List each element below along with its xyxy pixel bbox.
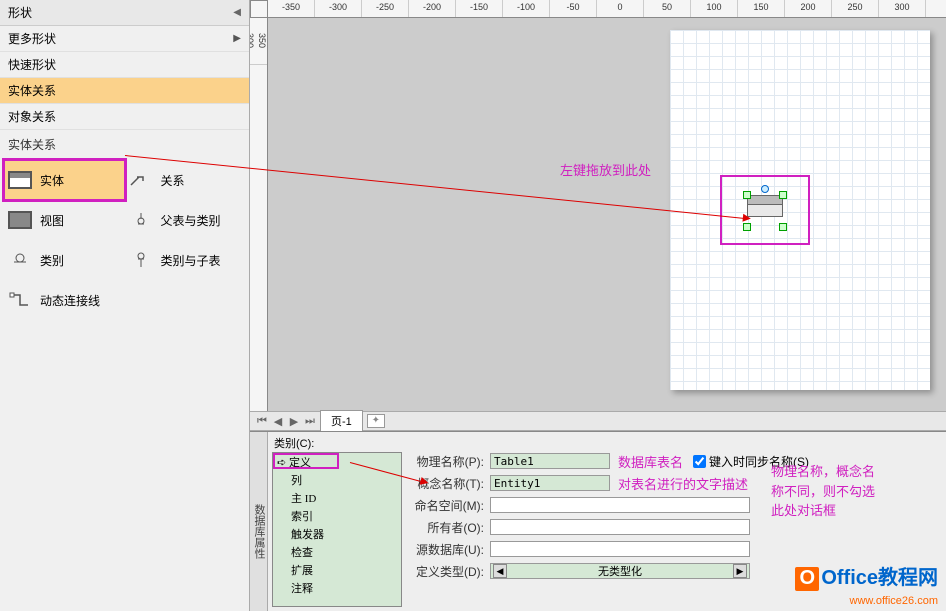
tree-selection-highlight [273, 453, 339, 469]
category-icon [8, 251, 32, 269]
view-icon [8, 211, 32, 229]
annotation-drag-hint: 左键拖放到此处 [560, 160, 651, 179]
canvas-area[interactable]: -350-300-250-200-150-100-500501001502002… [250, 0, 946, 411]
resize-handle[interactable] [743, 223, 751, 231]
sidebar-item-quick-shapes[interactable]: 快速形状 [0, 52, 249, 78]
shape-category-child[interactable]: 类别与子表 [125, 240, 246, 280]
tree-item-extended[interactable]: 扩展 [273, 561, 401, 579]
tab-nav-first[interactable]: ⏮ [254, 413, 270, 429]
sidebar-item-entity-relation[interactable]: 实体关系 [0, 78, 249, 104]
category-tree[interactable]: ➪ 定义 列 主 ID 索引 触发器 检查 扩展 注释 [272, 452, 402, 607]
watermark-logo: OOffice教程网 [795, 561, 938, 591]
tree-item-index[interactable]: 索引 [273, 507, 401, 525]
sync-checkbox[interactable] [693, 455, 706, 468]
shape-entity[interactable]: 实体 [4, 160, 125, 200]
tab-nav-prev[interactable]: ◀ [270, 413, 286, 429]
chevron-right-icon: ▶ [233, 33, 241, 44]
parent-category-icon [129, 211, 153, 229]
shapes-sidebar: 形状 ◀ 更多形状 ▶ 快速形状 实体关系 对象关系 实体关系 实体 关系 视图… [0, 0, 250, 611]
ruler-horizontal: -350-300-250-200-150-100-500501001502002… [268, 0, 946, 18]
select-prev-icon[interactable]: ◀ [493, 564, 507, 578]
entity-body [747, 195, 783, 217]
sidebar-item-object-relation[interactable]: 对象关系 [0, 104, 249, 130]
category-child-icon [129, 251, 153, 269]
label-def-type: 定义类型(D): [410, 563, 490, 580]
ruler-corner [250, 0, 268, 18]
select-next-icon[interactable]: ▶ [733, 564, 747, 578]
shape-dynamic-connector[interactable]: 动态连接线 [4, 280, 125, 320]
tree-item-triggers[interactable]: 触发器 [273, 525, 401, 543]
shape-parent-category[interactable]: 父表与类别 [125, 200, 246, 240]
resize-handle[interactable] [779, 223, 787, 231]
sidebar-item-more-shapes[interactable]: 更多形状 ▶ [0, 26, 249, 52]
label-physical-name: 物理名称(P): [410, 453, 490, 470]
watermark-url: www.office26.com [850, 595, 938, 607]
tree-item-columns[interactable]: 列 [273, 471, 401, 489]
label-owner: 所有者(O): [410, 519, 490, 536]
annotation-table-desc: 对表名进行的文字描述 [618, 474, 748, 493]
new-page-tab[interactable]: ✦ [367, 414, 385, 428]
sync-checkbox-label: 键入时同步名称(S) [709, 453, 809, 470]
sidebar-title: 形状 [8, 4, 32, 21]
shape-relation[interactable]: 关系 [125, 160, 246, 200]
tree-item-primary-id[interactable]: 主 ID [273, 489, 401, 507]
tab-nav-next[interactable]: ▶ [286, 413, 302, 429]
shape-category[interactable]: 类别 [4, 240, 125, 280]
tree-item-notes[interactable]: 注释 [273, 579, 401, 597]
ruler-vertical: 350300250200150100500 [250, 18, 268, 411]
tree-item-check[interactable]: 检查 [273, 543, 401, 561]
props-panel-vlabel: 数据库属性 [250, 432, 268, 611]
page-tabs-bar: ⏮ ◀ ▶ ⏭ 页-1 ✦ [250, 411, 946, 431]
shape-view[interactable]: 视图 [4, 200, 125, 240]
input-namespace[interactable] [490, 497, 750, 513]
dropped-entity-shape[interactable] [747, 195, 783, 227]
logo-o-icon: O [795, 567, 819, 591]
input-owner[interactable] [490, 519, 750, 535]
caret-left-icon[interactable]: ◀ [233, 7, 241, 18]
tab-nav-last[interactable]: ⏭ [302, 413, 318, 429]
shapes-grid: 实体 关系 视图 父表与类别 类别 类别与子表 动态连接线 [0, 156, 249, 324]
resize-handle[interactable] [743, 191, 751, 199]
section-title: 实体关系 [0, 130, 249, 156]
sync-checkbox-wrap[interactable]: 键入时同步名称(S) [693, 453, 809, 470]
sidebar-header[interactable]: 形状 ◀ [0, 0, 249, 26]
dynamic-connector-icon [8, 291, 32, 309]
input-source-db[interactable] [490, 541, 750, 557]
category-label: 类别(C): [274, 435, 314, 451]
label-source-db: 源数据库(U): [410, 541, 490, 558]
entity-icon [8, 171, 32, 189]
resize-handle[interactable] [779, 191, 787, 199]
label-concept-name: 概念名称(T): [410, 475, 490, 492]
label-namespace: 命名空间(M): [410, 497, 490, 514]
rotate-handle-icon[interactable] [761, 185, 769, 193]
select-def-type[interactable]: ◀ 无类型化 ▶ [490, 563, 750, 579]
page-tab[interactable]: 页-1 [320, 410, 363, 432]
relation-icon [129, 171, 153, 189]
input-physical-name[interactable] [490, 453, 610, 469]
input-concept-name[interactable] [490, 475, 610, 491]
annotation-table-name: 数据库表名 [618, 452, 683, 471]
